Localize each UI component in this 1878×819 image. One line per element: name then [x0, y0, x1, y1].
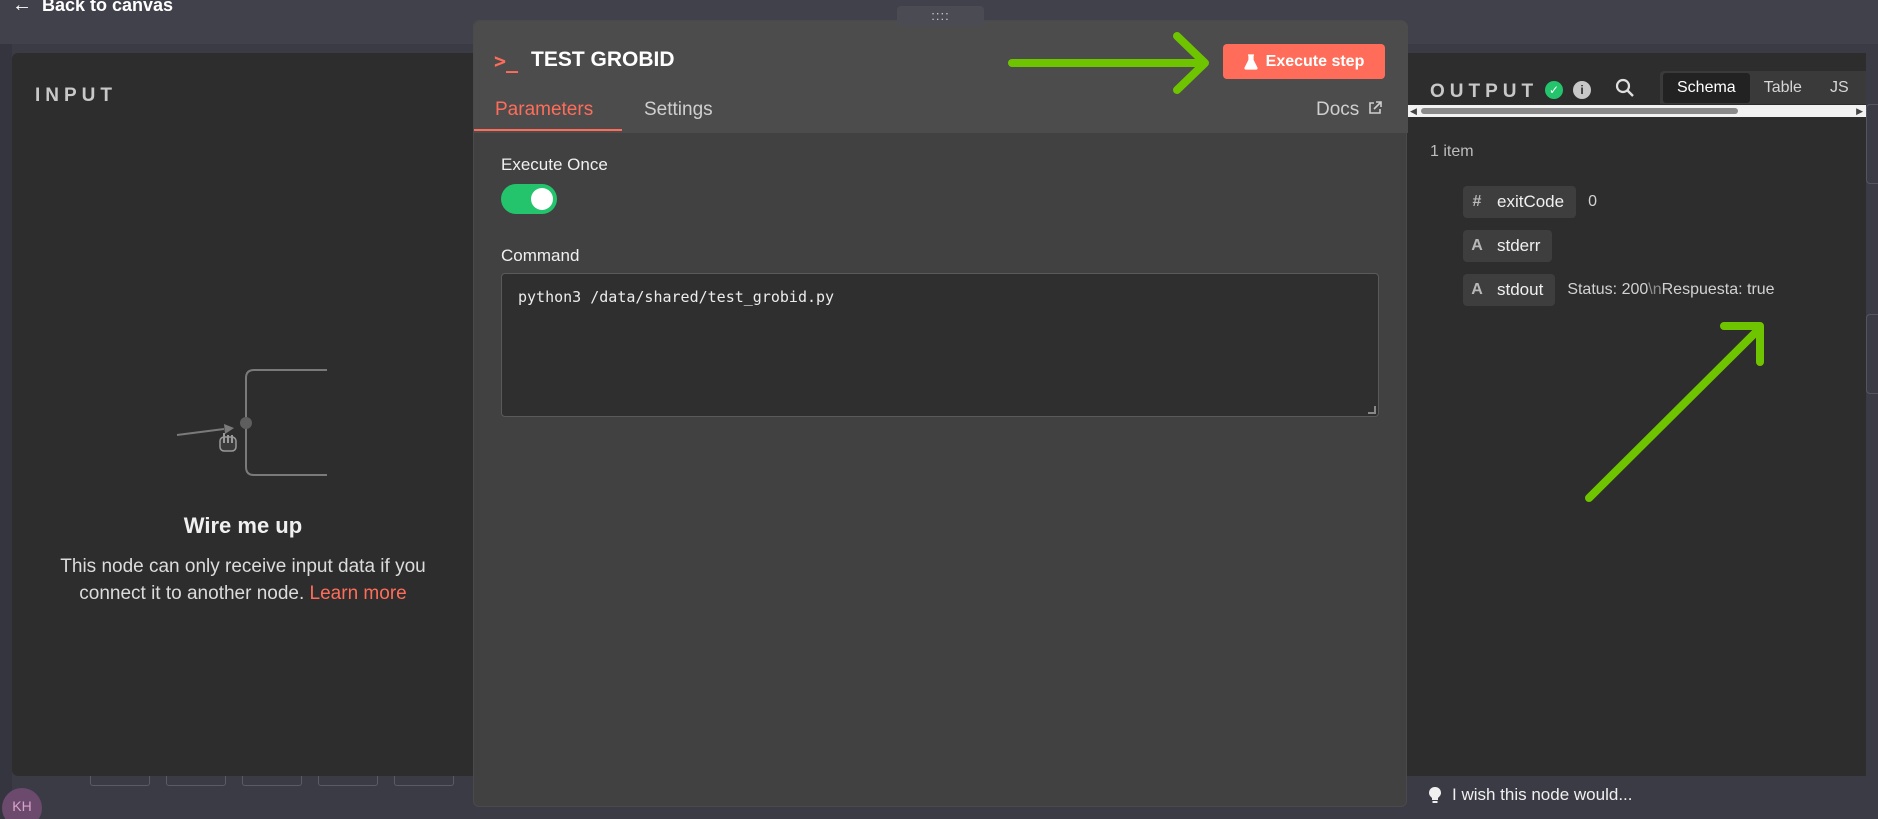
tab-table[interactable]: Table — [1750, 73, 1816, 103]
arrow-left-icon: ← — [12, 0, 32, 16]
string-type-icon: A — [1471, 237, 1483, 254]
success-check-icon: ✓ — [1545, 81, 1563, 99]
external-link-icon — [1368, 101, 1382, 114]
wire-me-up-message: This node can only receive input data if… — [42, 553, 444, 607]
scroll-right-icon[interactable]: ▶ — [1856, 106, 1863, 117]
avatar[interactable]: KH — [2, 788, 42, 819]
tab-schema[interactable]: Schema — [1663, 72, 1750, 103]
input-panel: INPUT Wire me up This node can only rece… — [12, 53, 474, 776]
output-panel: OUTPUT ✓ i Schema Table JS ◀ ▶ 1 item # … — [1407, 53, 1866, 776]
field-pill[interactable]: A stdout — [1463, 274, 1556, 306]
output-status-icons: ✓ i — [1545, 81, 1591, 99]
field-name: exitCode — [1497, 192, 1565, 211]
execute-step-label: Execute step — [1265, 52, 1365, 70]
canvas-node-edge — [1866, 314, 1878, 394]
execute-once-toggle[interactable] — [501, 184, 557, 214]
canvas-right-edge — [1866, 44, 1878, 819]
command-value: python3 /data/shared/test_grobid.py — [518, 288, 835, 306]
output-view-tabs: Schema Table JS — [1660, 71, 1866, 104]
back-to-canvas-label: Back to canvas — [42, 0, 174, 15]
item-count: 1 item — [1430, 143, 1474, 160]
string-type-icon: A — [1471, 281, 1483, 298]
field-value: 0 — [1588, 193, 1598, 210]
field-value-part: Respuesta: true — [1661, 281, 1775, 298]
scroll-left-icon[interactable]: ◀ — [1410, 106, 1417, 117]
panel-drag-handle[interactable]: :::: — [897, 6, 984, 26]
docs-label: Docs — [1316, 99, 1360, 120]
scrollbar-thumb[interactable] — [1421, 108, 1738, 114]
canvas-left-strip — [0, 44, 12, 819]
command-input[interactable]: python3 /data/shared/test_grobid.py — [501, 273, 1379, 417]
wire-me-up-heading: Wire me up — [183, 513, 303, 538]
output-panel-title: OUTPUT — [1430, 81, 1539, 102]
schema-row: A stderr — [1463, 230, 1564, 262]
terminal-icon: >_ — [494, 49, 519, 73]
field-pill[interactable]: # exitCode — [1463, 186, 1577, 218]
lightbulb-icon — [1429, 787, 1441, 803]
feedback-prompt[interactable]: I wish this node would... — [1428, 785, 1632, 805]
newline-marker: \n — [1648, 281, 1662, 298]
schema-row: # exitCode 0 — [1463, 186, 1597, 218]
command-label: Command — [501, 246, 580, 265]
search-icon[interactable] — [1615, 78, 1635, 98]
field-value: Status: 200\nRespuesta: true — [1567, 281, 1774, 299]
resize-handle-icon[interactable] — [1368, 406, 1376, 414]
info-icon[interactable]: i — [1573, 81, 1591, 99]
feedback-label: I wish this node would... — [1452, 785, 1633, 804]
canvas-node-edge — [1866, 104, 1878, 184]
node-settings-panel: >_ TEST GROBID Execute step Parameters S… — [473, 6, 1408, 807]
field-name: stdout — [1497, 280, 1544, 299]
active-tab-underline — [474, 129, 622, 131]
field-pill[interactable]: A stderr — [1463, 230, 1553, 262]
field-name: stderr — [1497, 236, 1541, 255]
tab-settings[interactable]: Settings — [644, 99, 713, 121]
number-type-icon: # — [1472, 193, 1482, 210]
tab-json[interactable]: JS — [1816, 73, 1849, 103]
tab-parameters[interactable]: Parameters — [495, 99, 593, 121]
node-header: >_ TEST GROBID Execute step Parameters S… — [474, 21, 1408, 133]
learn-more-link[interactable]: Learn more — [310, 583, 407, 604]
execute-once-label: Execute Once — [501, 155, 608, 174]
schema-row: A stdout Status: 200\nRespuesta: true — [1463, 274, 1775, 306]
docs-link[interactable]: Docs — [1316, 99, 1382, 121]
back-to-canvas-link[interactable]: ← Back to canvas — [12, 0, 173, 17]
node-title[interactable]: TEST GROBID — [531, 48, 675, 72]
toggle-knob — [531, 188, 553, 210]
field-value-part: Status: 200 — [1567, 281, 1649, 298]
avatar-initials: KH — [12, 798, 32, 814]
flask-icon — [1244, 53, 1258, 70]
input-panel-title: INPUT — [35, 85, 117, 106]
wire-node-illustration-icon — [176, 369, 327, 476]
horizontal-scrollbar[interactable]: ◀ ▶ — [1407, 105, 1866, 117]
execute-step-button[interactable]: Execute step — [1223, 44, 1385, 79]
